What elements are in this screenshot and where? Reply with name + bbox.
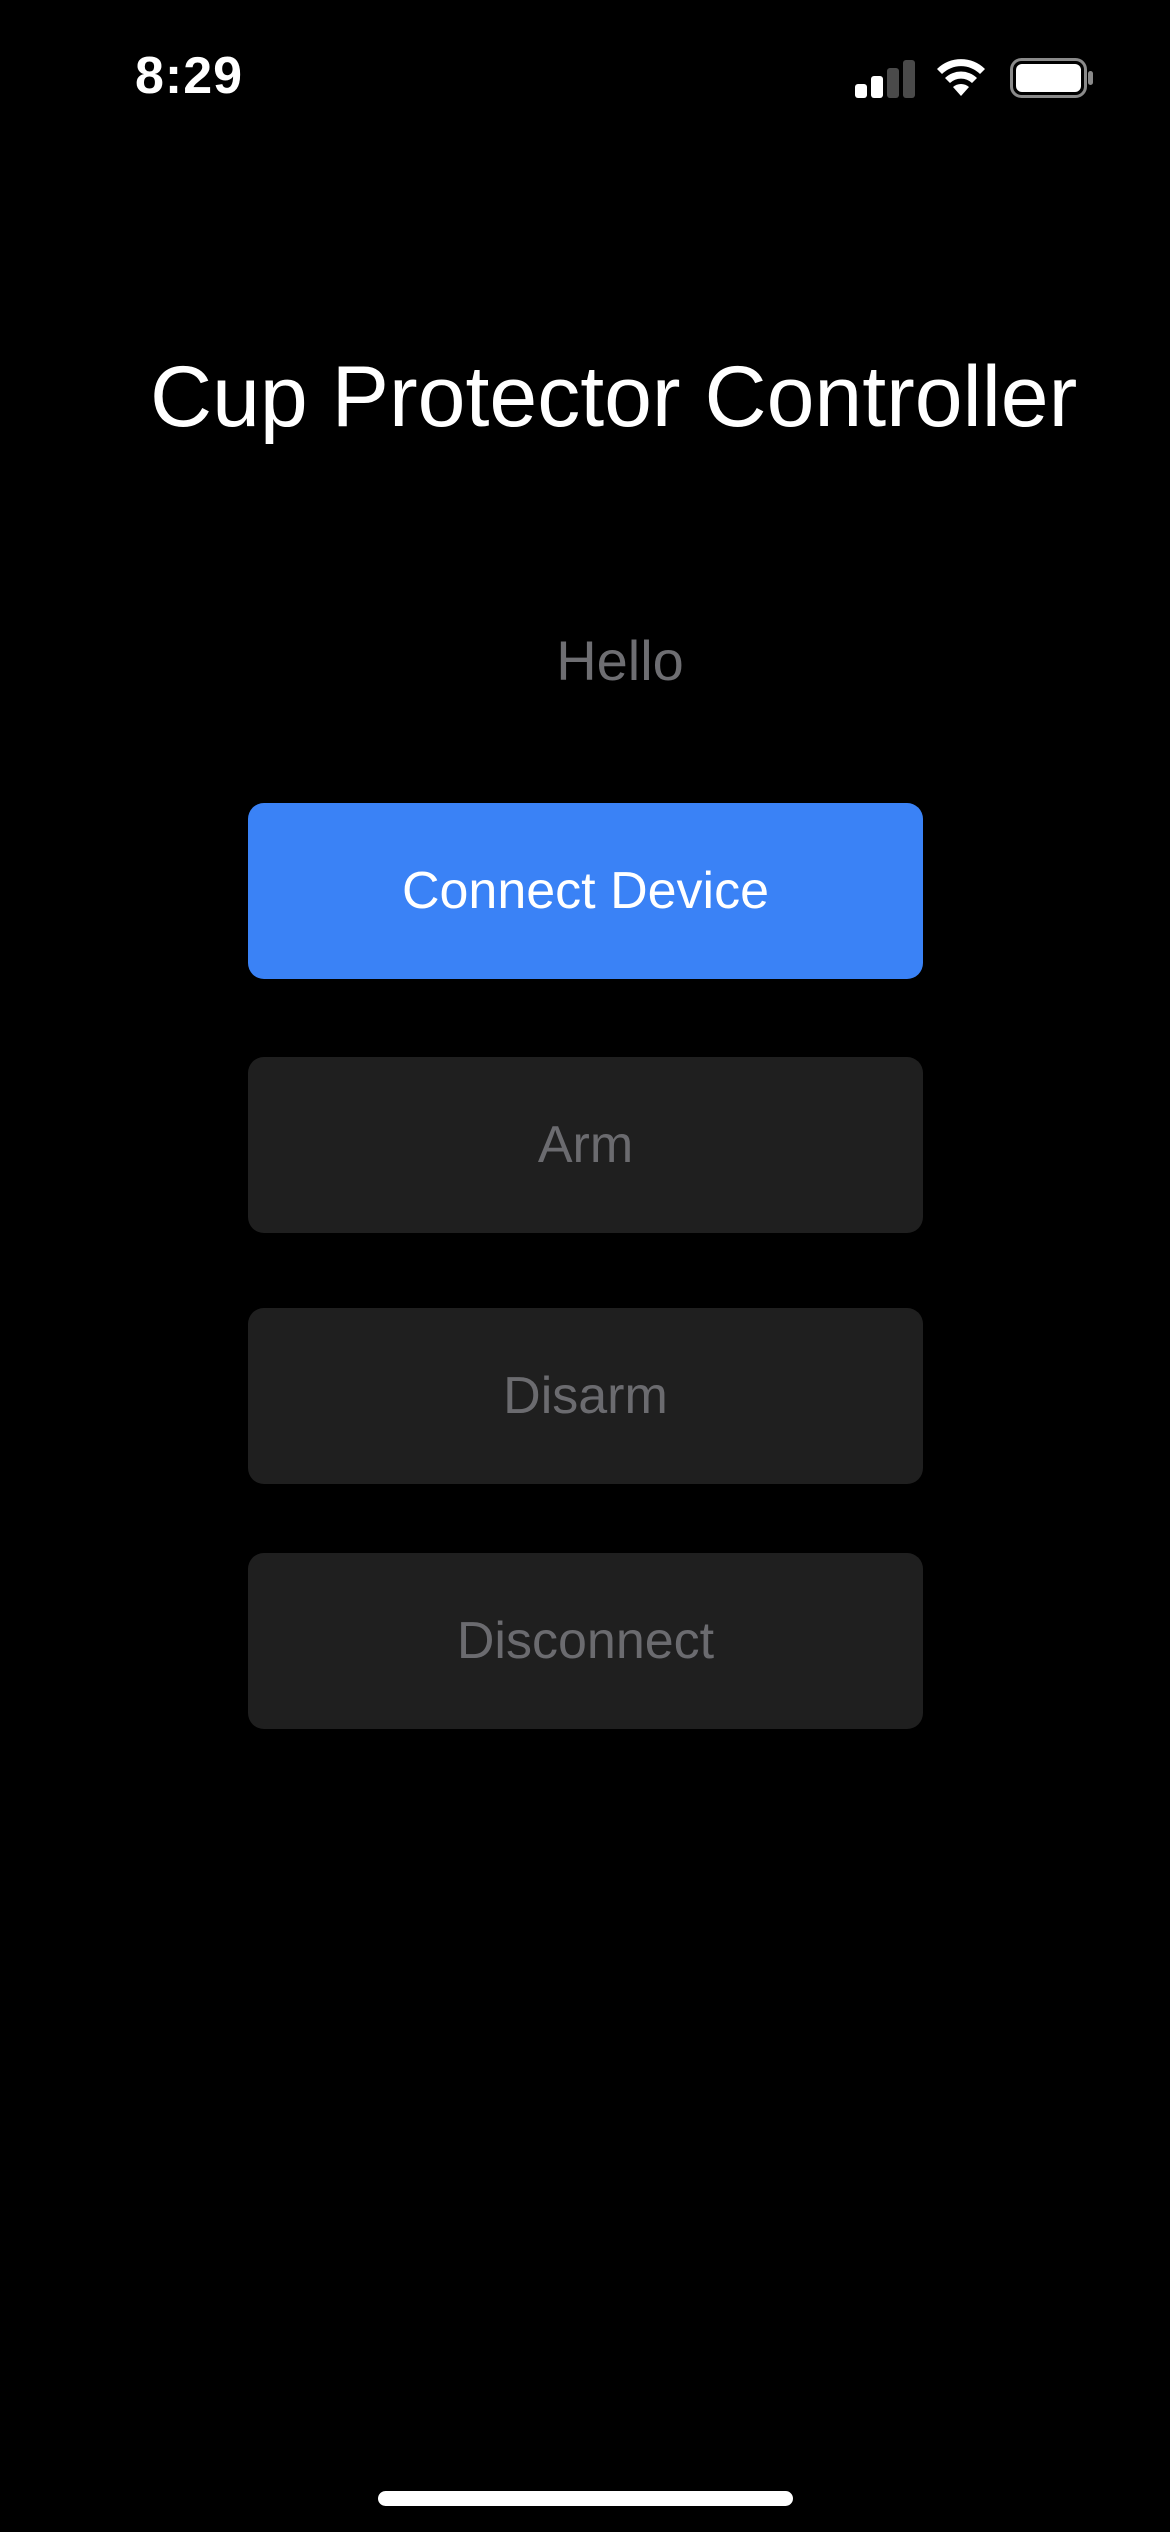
disarm-button[interactable]: Disarm [248, 1308, 923, 1484]
connect-device-button[interactable]: Connect Device [248, 803, 923, 979]
signal-bar-4 [903, 60, 915, 98]
wifi-icon [937, 59, 985, 96]
page-title: Cup Protector Controller [150, 349, 1078, 445]
signal-bar-1 [855, 84, 867, 98]
cellular-signal-icon [855, 58, 915, 98]
status-message: Hello [556, 629, 684, 692]
status-time: 8:29 [135, 47, 244, 105]
disconnect-button[interactable]: Disconnect [248, 1553, 923, 1729]
signal-bar-2 [871, 76, 883, 98]
signal-bar-3 [887, 68, 899, 98]
home-indicator[interactable] [378, 2491, 793, 2506]
battery-icon [1010, 58, 1093, 98]
arm-button[interactable]: Arm [248, 1057, 923, 1233]
